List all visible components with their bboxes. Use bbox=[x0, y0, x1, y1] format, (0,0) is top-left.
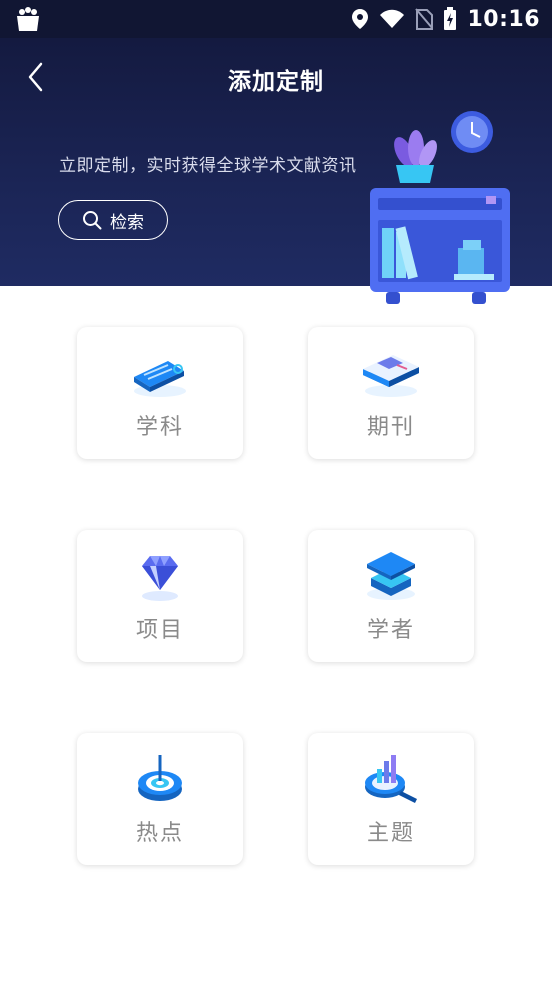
location-icon bbox=[352, 9, 369, 29]
no-sim-icon bbox=[415, 8, 434, 30]
status-bar: 10:16 bbox=[0, 0, 552, 38]
target-icon bbox=[138, 755, 182, 801]
category-label: 期刊 bbox=[366, 415, 415, 440]
graduation-cap-icon bbox=[367, 552, 415, 600]
diamond-icon bbox=[142, 556, 178, 601]
search-icon bbox=[83, 211, 102, 230]
bookshelf-illustration bbox=[370, 111, 510, 304]
magnifier-chart-icon bbox=[365, 755, 417, 803]
category-card-scholar[interactable]: 学者 bbox=[308, 530, 474, 662]
category-card-subject[interactable]: 学科 bbox=[77, 327, 243, 459]
page-title: 添加定制 bbox=[228, 69, 324, 95]
category-label: 学者 bbox=[366, 618, 415, 643]
battery-charging-icon bbox=[444, 7, 457, 30]
category-card-journal[interactable]: 期刊 bbox=[308, 327, 474, 459]
category-label: 项目 bbox=[135, 618, 184, 643]
search-button[interactable]: 检索 bbox=[58, 200, 168, 240]
search-button-label: 检索 bbox=[110, 212, 144, 233]
clock-time: 10:16 bbox=[467, 6, 540, 32]
book-icon bbox=[363, 355, 419, 397]
header-banner: 添加定制 立即定制，实时获得全球学术文献资讯 检索 bbox=[0, 38, 552, 304]
category-card-project[interactable]: 项目 bbox=[77, 530, 243, 662]
slogan-text: 立即定制，实时获得全球学术文献资讯 bbox=[59, 156, 357, 176]
category-label: 主题 bbox=[366, 821, 415, 846]
category-card-hotspot[interactable]: 热点 bbox=[77, 733, 243, 865]
category-label: 学科 bbox=[135, 415, 184, 440]
wifi-icon bbox=[380, 9, 405, 28]
category-card-topic[interactable]: 主题 bbox=[308, 733, 474, 865]
category-label: 热点 bbox=[135, 821, 184, 846]
shopping-bag-icon bbox=[17, 7, 39, 31]
tag-icon bbox=[134, 361, 186, 397]
